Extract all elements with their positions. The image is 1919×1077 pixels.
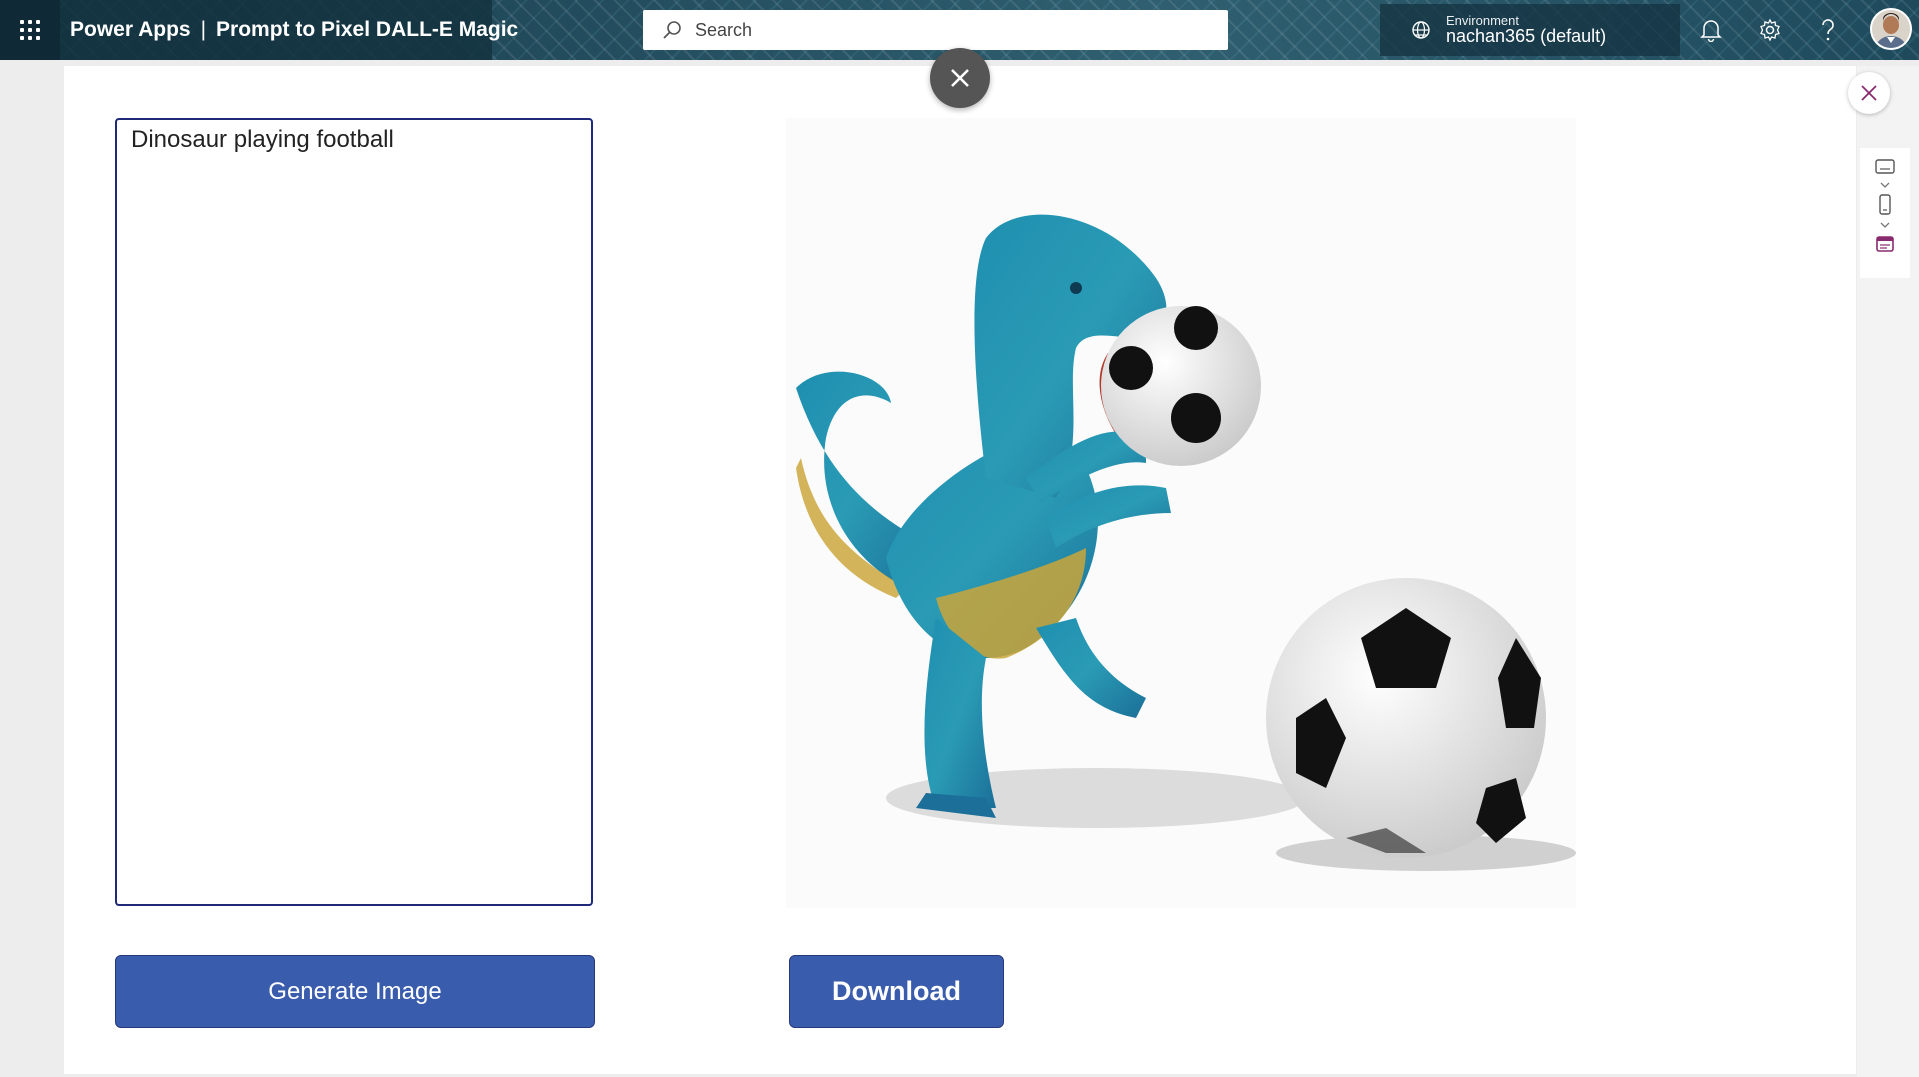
search-input[interactable]: Search bbox=[643, 10, 1228, 50]
app-name: Prompt to Pixel DALL-E Magic bbox=[216, 18, 519, 41]
close-icon bbox=[951, 69, 969, 87]
gear-icon bbox=[1760, 18, 1780, 42]
screen-icon[interactable] bbox=[1874, 158, 1896, 176]
close-icon bbox=[1861, 85, 1877, 101]
app-canvas: Dinosaur playing football Generate Image… bbox=[64, 66, 1856, 1074]
bell-icon bbox=[1700, 20, 1722, 42]
environment-value: nachan365 (default) bbox=[1446, 26, 1607, 47]
prompt-text: Dinosaur playing football bbox=[131, 126, 394, 153]
prompt-text-input[interactable]: Dinosaur playing football bbox=[115, 118, 593, 906]
environment-picker[interactable]: Environment nachan365 (default) bbox=[1380, 4, 1680, 56]
download-button[interactable]: Download bbox=[789, 955, 1004, 1028]
avatar[interactable] bbox=[1870, 8, 1912, 50]
settings-button[interactable] bbox=[1754, 14, 1786, 46]
calendar-icon[interactable] bbox=[1875, 234, 1895, 254]
rail-close-button[interactable] bbox=[1848, 72, 1890, 114]
title-separator: | bbox=[200, 18, 207, 41]
rail-toolbar bbox=[1860, 148, 1910, 278]
user-photo bbox=[1872, 10, 1910, 48]
help-icon bbox=[1822, 19, 1834, 41]
generate-image-button[interactable]: Generate Image bbox=[115, 955, 595, 1028]
dinosaur-football-illustration bbox=[796, 214, 1576, 871]
chevron-down-icon[interactable] bbox=[1878, 180, 1892, 190]
notifications-button[interactable] bbox=[1695, 14, 1727, 46]
close-preview-button[interactable] bbox=[930, 48, 990, 108]
chevron-down-icon[interactable] bbox=[1878, 220, 1892, 230]
search-icon bbox=[663, 21, 681, 39]
globe-icon bbox=[1412, 21, 1430, 39]
generated-image bbox=[786, 118, 1576, 908]
search-placeholder: Search bbox=[695, 19, 753, 40]
app-launcher-button[interactable] bbox=[0, 0, 60, 60]
environment-label: Environment bbox=[1446, 12, 1519, 28]
help-button[interactable] bbox=[1812, 14, 1844, 46]
phone-icon[interactable] bbox=[1878, 194, 1892, 216]
generate-image-label: Generate Image bbox=[268, 977, 442, 1005]
product-name[interactable]: Power Apps bbox=[70, 18, 191, 42]
download-label: Download bbox=[832, 976, 961, 1006]
app-launcher-icon bbox=[20, 20, 40, 40]
app-title-bar: Power Apps | Prompt to Pixel DALL-E Magi… bbox=[60, 0, 518, 60]
